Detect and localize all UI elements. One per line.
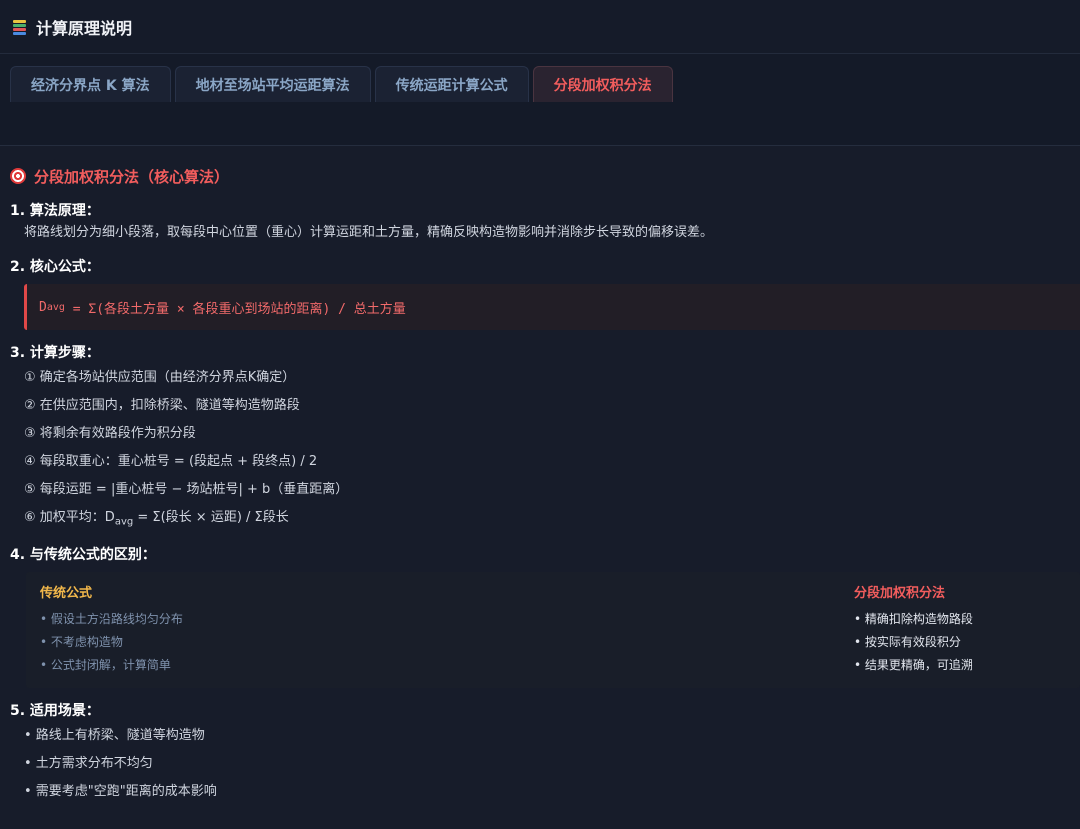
weighted-item: • 按实际有效段积分 (854, 635, 961, 649)
principle-text: 将路线划分为细小段落，取每段中心位置（重心）计算运距和土方量，精确反映构造物影响… (24, 225, 714, 240)
step-item: ② 在供应范围内，扣除桥梁、隧道等构造物路段 (24, 398, 300, 413)
main-content: 分段加权积分法（核心算法） 1. 算法原理： 将路线划分为细小段落，取每段中心位… (0, 146, 1080, 806)
heading-formula: 2. 核心公式： (10, 259, 100, 275)
section-heading: 分段加权积分法（核心算法） (10, 164, 1080, 188)
scenario-item: • 土方需求分布不均匀 (24, 756, 153, 771)
weighted-title: 分段加权积分法 (854, 586, 946, 601)
step-item-weighted-average: ⑥ 加权平均：Davg = Σ(段长 × 运距) / Σ段长 (10, 504, 1080, 532)
step6-subscript: avg (114, 516, 134, 528)
step-item: ⑤ 每段运距 = |重心桩号 − 场站桩号| + b（垂直距离） (24, 482, 349, 497)
formula-subscript: avg (46, 301, 65, 313)
step-item: ③ 将剩余有效路段作为积分段 (24, 426, 196, 441)
step6-rest: = Σ(段长 × 运距) / Σ段长 (133, 510, 289, 525)
weighted-item: • 结果更精确，可追溯 (854, 658, 973, 672)
target-icon (10, 168, 26, 184)
heading-steps: 3. 计算步骤： (10, 345, 100, 361)
step6-prefix: ⑥ 加权平均：D (24, 510, 115, 525)
tab-bar: 经济分界点 K 算法 地材至场站平均运距算法 传统运距计算公式 分段加权积分法 (0, 54, 1080, 146)
tab-segment-weighted-integration[interactable]: 分段加权积分法 (532, 66, 673, 102)
section-title: 分段加权积分法（核心算法） (34, 167, 230, 186)
weighted-item: • 精确扣除构造物路段 (854, 612, 973, 626)
traditional-column: 传统公式 • 假设土方沿路线均匀分布 • 不考虑构造物 • 公式封闭解，计算简单 (40, 584, 183, 677)
books-icon (12, 19, 28, 35)
traditional-item: • 假设土方沿路线均匀分布 (40, 612, 183, 626)
step-item: ① 确定各场站供应范围（由经济分界点K确定） (24, 370, 296, 385)
heading-scenarios: 5. 适用场景： (10, 703, 100, 719)
traditional-title: 传统公式 (40, 586, 93, 601)
heading-principle: 1. 算法原理： (10, 203, 100, 219)
traditional-item: • 公式封闭解，计算简单 (40, 658, 171, 672)
step-item: ④ 每段取重心：重心桩号 = (段起点 + 段终点) / 2 (24, 454, 318, 469)
formula-symbol: D (39, 299, 47, 315)
traditional-item: • 不考虑构造物 (40, 635, 123, 649)
tab-traditional-formula[interactable]: 传统运距计算公式 (374, 66, 529, 102)
app-header: 计算原理说明 (0, 0, 1080, 54)
page-title: 计算原理说明 (36, 18, 133, 38)
scenario-item: • 路线上有桥梁、隧道等构造物 (24, 728, 205, 743)
weighted-column: 分段加权积分法 • 精确扣除构造物路段 • 按实际有效段积分 • 结果更精确，可… (854, 584, 973, 677)
comparison-panel: 传统公式 • 假设土方沿路线均匀分布 • 不考虑构造物 • 公式封闭解，计算简单… (26, 572, 1080, 688)
scenario-item: • 需要考虑"空跑"距离的成本影响 (24, 784, 217, 799)
tab-economic-boundary-k[interactable]: 经济分界点 K 算法 (10, 66, 171, 102)
heading-comparison: 4. 与传统公式的区别： (10, 547, 156, 563)
formula-body: = Σ(各段土方量 × 各段重心到场站的距离) / 总土方量 (64, 301, 406, 317)
formula-box: Davg = Σ(各段土方量 × 各段重心到场站的距离) / 总土方量 (24, 284, 1080, 330)
tab-average-haul-distance[interactable]: 地材至场站平均运距算法 (174, 66, 371, 102)
